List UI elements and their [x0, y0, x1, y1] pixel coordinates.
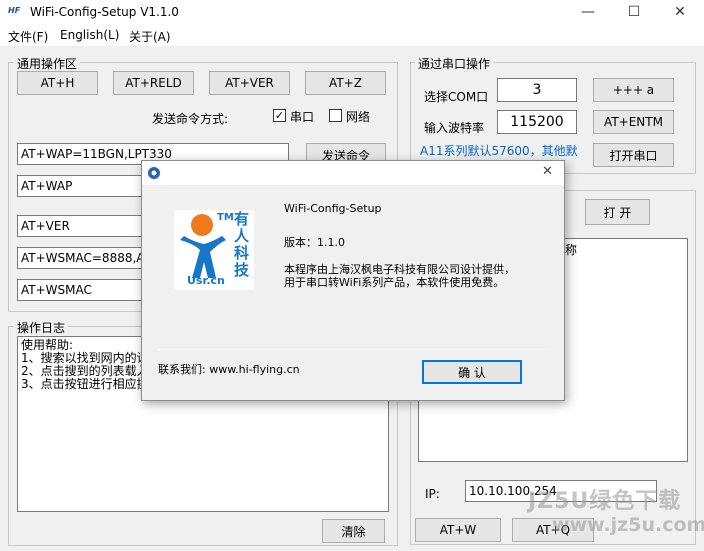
- com-port-label: 选择COM口: [424, 90, 489, 104]
- at-reld-button[interactable]: AT+RELD: [113, 71, 194, 95]
- about-description-2: 用于串口转WiFi系列产品，本软件使用免费。: [284, 276, 505, 289]
- logo-text: 有 人 科 技: [234, 211, 252, 279]
- open-serial-button[interactable]: 打开串口: [593, 143, 674, 167]
- send-mode-label: 发送命令方式:: [152, 112, 229, 126]
- about-divider: [158, 349, 550, 350]
- dialog-app-icon: [146, 165, 162, 184]
- watermark-url: www.jz5u.com: [552, 514, 704, 536]
- about-close-icon[interactable]: ✕: [542, 164, 553, 179]
- minimize-button[interactable]: —: [565, 0, 611, 26]
- menu-about[interactable]: 关于(A): [129, 28, 171, 45]
- at-z-button[interactable]: AT+Z: [305, 71, 386, 95]
- logo-char: 技: [234, 261, 250, 279]
- at-ver-button[interactable]: AT+VER: [209, 71, 290, 95]
- command-field-2[interactable]: AT+WAP: [17, 175, 157, 197]
- open-network-button[interactable]: 打 开: [585, 199, 650, 225]
- logo-char: 人: [234, 227, 250, 245]
- about-version: 版本：1.1.0: [284, 236, 345, 249]
- network-checkbox[interactable]: [329, 109, 342, 122]
- at-w-button[interactable]: AT+W: [415, 518, 501, 542]
- serial-checkbox[interactable]: ✓: [273, 109, 286, 122]
- logo-tm: TM: [217, 212, 234, 223]
- at-h-button[interactable]: AT+H: [17, 71, 98, 95]
- serial-checkbox-label: 串口: [290, 110, 315, 124]
- app-icon: HF: [8, 6, 21, 15]
- at-entm-button[interactable]: AT+ENTM: [593, 110, 674, 134]
- command-field-3[interactable]: AT+VER: [17, 215, 157, 237]
- command-field-5[interactable]: AT+WSMAC: [17, 279, 157, 301]
- about-ok-button[interactable]: 确 认: [422, 360, 522, 384]
- clear-log-button[interactable]: 清除: [322, 519, 385, 543]
- about-dialog-titlebar: [142, 161, 564, 185]
- baud-rate-label: 输入波特率: [424, 121, 485, 135]
- network-checkbox-label: 网络: [346, 110, 371, 124]
- menu-english[interactable]: English(L): [60, 28, 119, 42]
- about-dialog: ✕ TM 有 人 科 技 Usr.cn WiFi-Config-Setup 版本…: [141, 160, 565, 401]
- command-field-4[interactable]: AT+WSMAC=8888,ACCF: [17, 247, 157, 269]
- usr-logo: TM 有 人 科 技 Usr.cn: [174, 210, 254, 290]
- window-title: WiFi-Config-Setup V1.1.0: [30, 5, 179, 19]
- baud-rate-input[interactable]: 115200: [497, 110, 577, 134]
- logo-char: 有: [234, 210, 250, 228]
- com-port-input[interactable]: 3: [497, 78, 577, 102]
- device-list-header: 称: [565, 243, 578, 257]
- close-button[interactable]: ✕: [657, 0, 703, 26]
- general-group-title: 通用操作区: [14, 55, 81, 72]
- log-group-title: 操作日志: [14, 319, 69, 336]
- menu-file[interactable]: 文件(F): [8, 28, 48, 45]
- baud-note: A11系列默认57600，其他默: [420, 144, 578, 158]
- maximize-button[interactable]: ☐: [611, 0, 657, 26]
- logo-char: 科: [234, 244, 250, 262]
- about-contact: 联系我们: www.hi-flying.cn: [158, 363, 300, 376]
- ip-label: IP:: [425, 487, 440, 501]
- logo-brand: Usr.cn: [187, 274, 225, 287]
- about-app-name: WiFi-Config-Setup: [284, 202, 382, 215]
- plus-a-button[interactable]: +++ a: [593, 78, 674, 102]
- serial-group-title: 通过串口操作: [415, 55, 494, 72]
- watermark-title: JZ5U绿色下载: [528, 489, 682, 514]
